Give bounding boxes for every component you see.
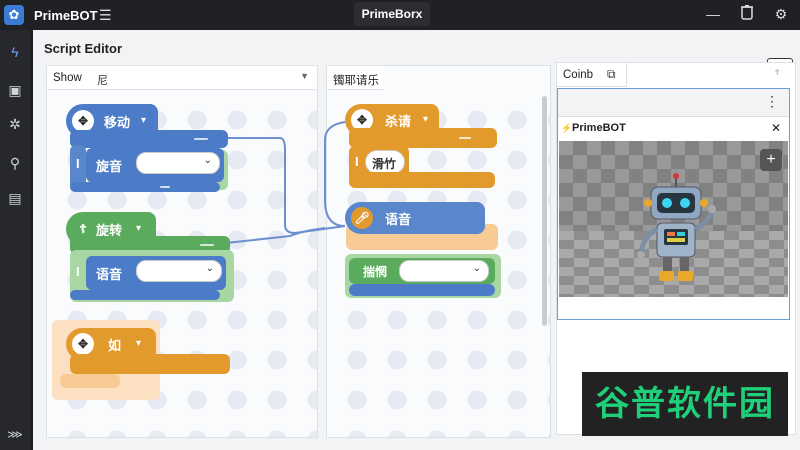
if-caret-icon[interactable]: ▾: [136, 338, 141, 349]
ask-dropdown[interactable]: ⌄: [399, 260, 489, 282]
kill-caret-icon[interactable]: ▾: [423, 114, 428, 125]
slide-block-label: 滑竹: [372, 157, 397, 171]
speech-block[interactable]: 🎤︎ 语音: [345, 202, 485, 234]
if-block-foot: [60, 374, 120, 388]
ask-block[interactable]: 揣惘 ⌄: [349, 258, 495, 284]
if-block-tail: [70, 354, 230, 374]
text-cursor-icon: I: [76, 264, 80, 279]
ask-block-label: 揣惘: [363, 265, 388, 279]
slide-block-tail: [349, 172, 495, 188]
spin-block-foot: [70, 182, 220, 192]
app-window: ✿ PrimeBOT ☰ PrimeBorx — ⚙ ϟ ▣ ✲ ⚲ ▤ ⋙ S…: [0, 0, 800, 450]
spin-block[interactable]: I 旋音 ⌄: [76, 148, 224, 182]
watermark-logo: 谷普软件园: [582, 372, 788, 436]
text-cursor-icon: I: [355, 154, 359, 169]
ask-block-foot: [349, 284, 495, 296]
voice-block-label: 语音: [96, 267, 123, 282]
if-block-label: 如: [108, 338, 122, 353]
kill-block-tail: [349, 128, 497, 148]
voice-block[interactable]: I 语音 ⌄: [76, 256, 226, 290]
voice-dropdown[interactable]: ⌄: [136, 260, 222, 282]
move-icon: ✥: [72, 110, 94, 132]
spin-dropdown[interactable]: ⌄: [136, 152, 220, 174]
spin-block-label: 旋音: [96, 159, 123, 174]
move-block-label: 移动: [104, 115, 131, 130]
move-block-tail: [70, 130, 228, 148]
text-cursor-icon: I: [76, 156, 80, 171]
voice-block-foot: [70, 290, 220, 300]
rotate-caret-icon[interactable]: ▾: [136, 223, 141, 234]
move-caret-icon[interactable]: ▾: [141, 115, 146, 126]
speech-block-label: 语音: [385, 212, 412, 227]
microphone-icon: 🎤︎: [351, 207, 373, 229]
if-icon: ✥: [72, 333, 94, 355]
